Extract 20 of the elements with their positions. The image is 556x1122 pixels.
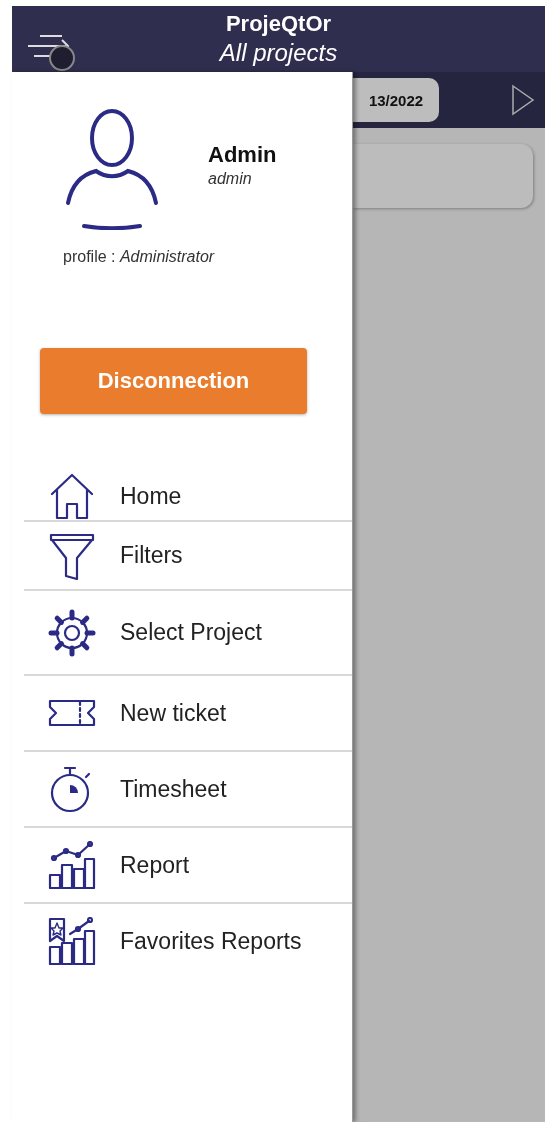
user-name: Admin xyxy=(208,142,277,168)
bar-chart-icon xyxy=(48,841,96,889)
menu-item[interactable]: New ticket xyxy=(24,676,352,752)
project-scope: All projects xyxy=(219,38,338,68)
filter-icon xyxy=(48,531,96,580)
user-login: admin xyxy=(208,170,253,188)
app-title: ProjeQtOr xyxy=(225,10,332,38)
menu-item[interactable]: Report xyxy=(24,828,352,904)
gear-icon xyxy=(48,608,96,657)
favorite-chart-icon xyxy=(48,917,96,965)
play-icon[interactable] xyxy=(511,84,535,116)
menu-item[interactable]: Select Project xyxy=(24,591,352,676)
menu-item[interactable]: Home xyxy=(24,472,352,522)
menu-item[interactable]: Favorites Reports xyxy=(24,904,352,978)
date-button[interactable]: 13/2022 xyxy=(353,78,439,122)
home-icon xyxy=(48,472,96,520)
ticket-icon xyxy=(48,699,96,727)
menu-item[interactable]: Timesheet xyxy=(24,752,352,828)
user-profile: profile : Administrator xyxy=(63,248,216,266)
menu-item[interactable]: Filters xyxy=(24,522,352,591)
